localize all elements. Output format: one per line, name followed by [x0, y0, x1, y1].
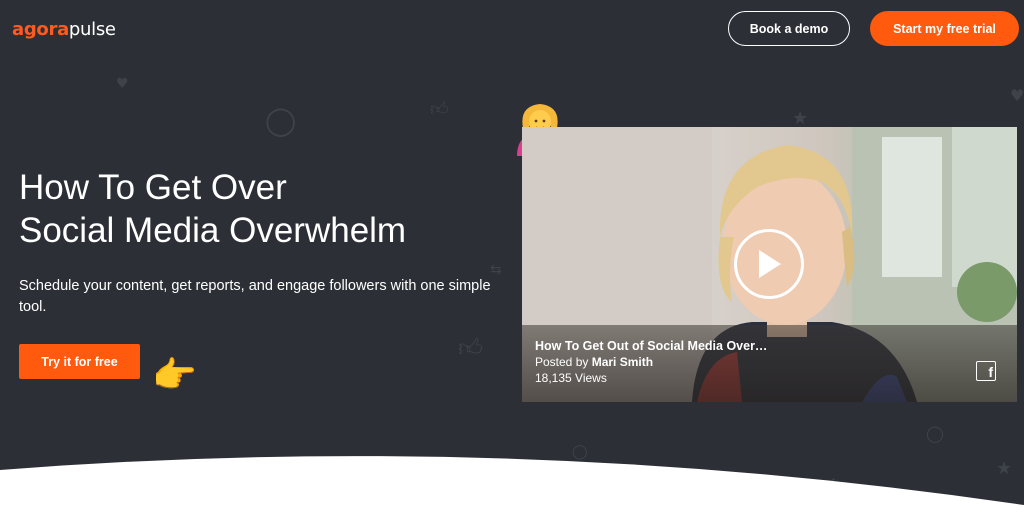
play-button[interactable]: [734, 229, 804, 299]
video-title[interactable]: How To Get Out of Social Media Over…: [535, 339, 767, 353]
heart-icon: ♥: [116, 76, 129, 92]
video-views: 18,135 Views: [535, 371, 607, 385]
video-author-line: Posted by Mari Smith: [535, 355, 653, 369]
book-demo-button[interactable]: Book a demo: [728, 11, 850, 46]
start-free-trial-label: Start my free trial: [893, 21, 996, 36]
thumbs-up-icon: 👍︎: [430, 99, 449, 120]
video-player[interactable]: How To Get Out of Social Media Over… Pos…: [522, 127, 1017, 402]
page-title: How To Get Over Social Media Overwhelm: [19, 166, 499, 252]
logo-part-pulse: pulse: [68, 19, 116, 40]
agorapulse-logo[interactable]: agorapulse: [12, 19, 116, 40]
hero-subtitle: Schedule your content, get reports, and …: [19, 278, 491, 315]
star-icon: ★: [792, 108, 809, 129]
try-it-free-button[interactable]: Try it for free: [19, 344, 140, 379]
bottom-wave-divider: [0, 456, 1024, 512]
backhand-index-pointing-right-icon: 👉: [152, 355, 197, 396]
start-free-trial-button[interactable]: Start my free trial: [870, 11, 1019, 46]
heart-icon: ♥: [1010, 86, 1024, 105]
video-author[interactable]: Mari Smith: [592, 355, 653, 369]
facebook-icon[interactable]: f: [976, 361, 996, 381]
logo-part-agora: agora: [12, 19, 69, 40]
speech-bubble-icon: ◯: [265, 104, 297, 137]
thumbs-up-icon: 👍︎: [458, 334, 484, 362]
headline-line-1: How To Get Over: [19, 168, 287, 207]
headline-line-2: Social Media Overwhelm: [19, 211, 407, 250]
book-demo-label: Book a demo: [749, 21, 829, 36]
try-it-free-label: Try it for free: [41, 354, 118, 369]
posted-by-label: Posted by: [535, 355, 589, 369]
play-icon: [759, 250, 781, 278]
